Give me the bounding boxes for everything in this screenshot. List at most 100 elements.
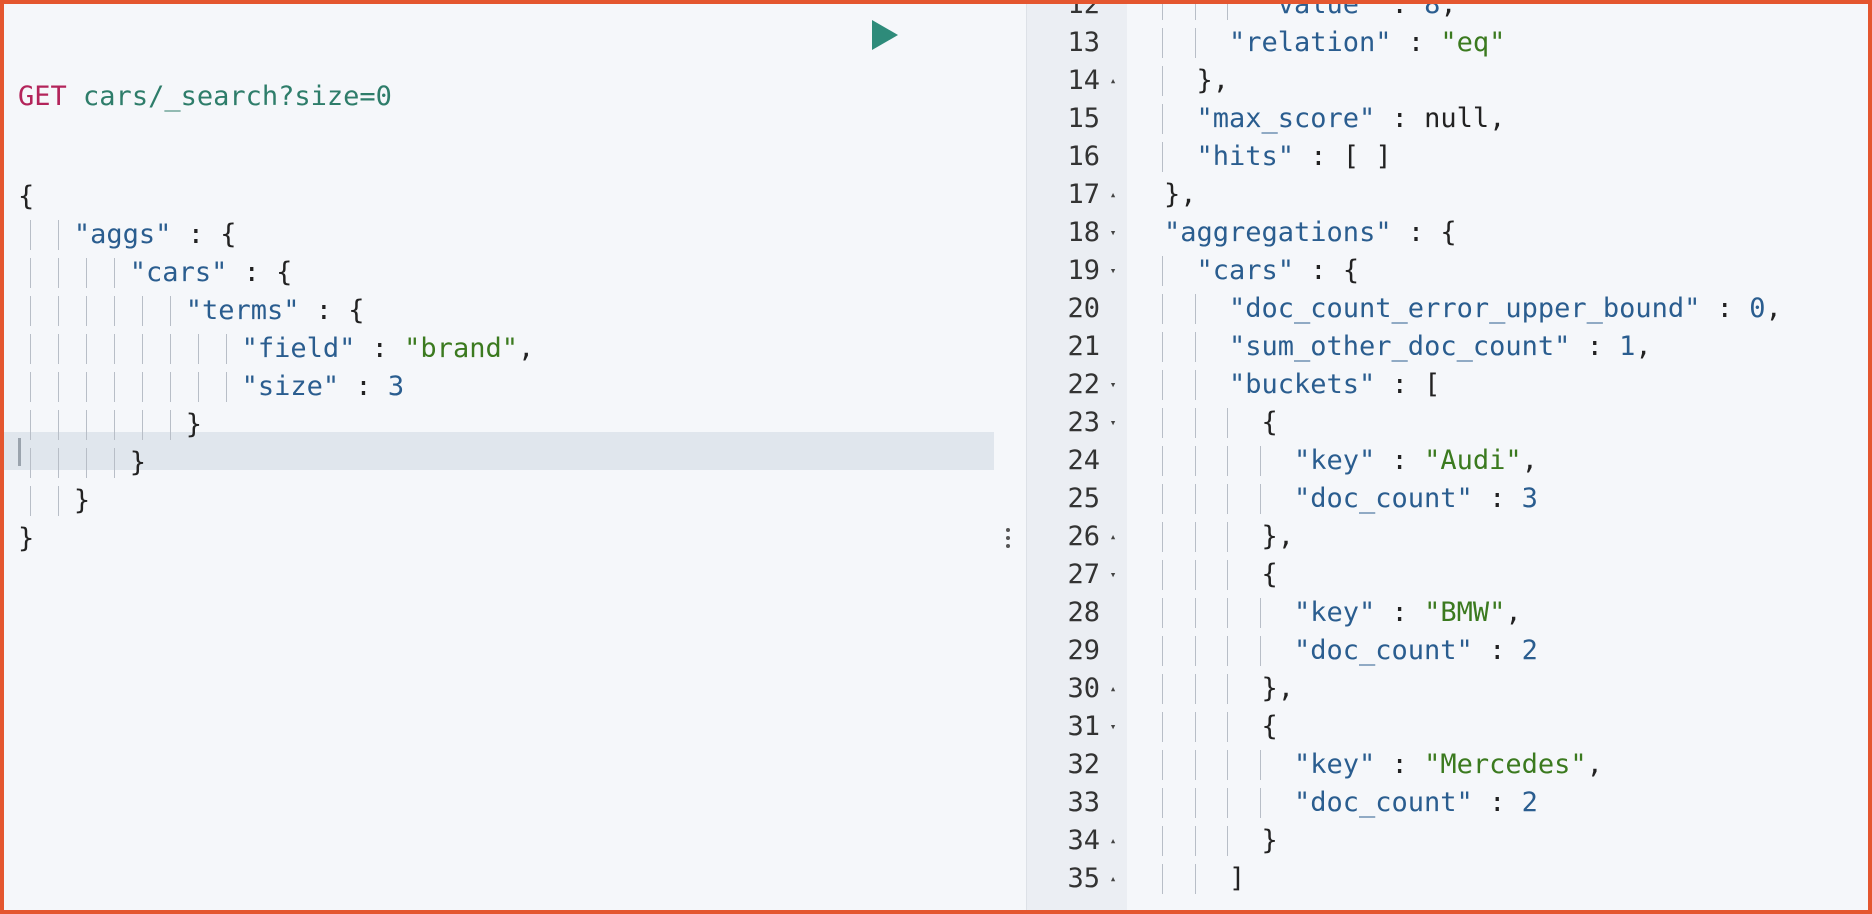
- request-editor[interactable]: GET cars/_search?size=0 {"aggs" : {"cars…: [4, 4, 994, 910]
- response-line-text: "key" : "BMW",: [1162, 594, 1522, 632]
- fold-toggle-icon[interactable]: ▴: [1106, 176, 1120, 214]
- wrench-icon[interactable]: [927, 16, 967, 56]
- indent-guide: [1194, 408, 1196, 438]
- response-line[interactable]: 33 "doc_count" : 2: [1026, 784, 1868, 822]
- indent-guide: [197, 334, 199, 364]
- indent-guide: [1259, 750, 1261, 780]
- request-line[interactable]: }: [18, 444, 534, 482]
- response-line[interactable]: 15 "max_score" : null,: [1026, 100, 1868, 138]
- response-line[interactable]: 19 ▾ "cars" : {: [1026, 252, 1868, 290]
- fold-toggle-icon[interactable]: ▾: [1106, 252, 1120, 290]
- response-code[interactable]: 12 "value" : 8, 13 "relation" : "eq" 14 ▴}, 15…: [1026, 4, 1868, 898]
- code-token: :: [1570, 331, 1620, 362]
- response-line-text: },: [1164, 176, 1197, 214]
- response-line[interactable]: 13 "relation" : "eq": [1026, 24, 1868, 62]
- line-number: 17: [1067, 179, 1100, 210]
- code-token: "sum_other_doc_count": [1229, 331, 1571, 362]
- indent-guide: [30, 372, 31, 402]
- indent-guide: [1227, 712, 1228, 742]
- indent-guide: [1194, 522, 1196, 552]
- response-line[interactable]: 22 ▾ "buckets" : [: [1026, 366, 1868, 404]
- request-line[interactable]: {: [18, 178, 534, 216]
- code-token: 8: [1424, 4, 1441, 20]
- response-line[interactable]: 23 ▾ {: [1026, 404, 1868, 442]
- response-line[interactable]: 30 ▴},: [1026, 670, 1868, 708]
- fold-toggle-icon[interactable]: ▴: [1106, 670, 1120, 708]
- fold-toggle-icon[interactable]: ▴: [1106, 860, 1120, 898]
- response-line[interactable]: 17 ▴},: [1026, 176, 1868, 214]
- response-line[interactable]: 18 ▾ "aggregations" : {: [1026, 214, 1868, 252]
- response-line[interactable]: 28 "key" : "BMW",: [1026, 594, 1868, 632]
- request-line[interactable]: GET cars/_search?size=0: [18, 78, 534, 116]
- code-token: ,: [1440, 4, 1457, 20]
- indent-guide: [113, 372, 115, 402]
- response-line[interactable]: 21 "sum_other_doc_count" : 1,: [1026, 328, 1868, 366]
- response-line[interactable]: 25 "doc_count" : 3: [1026, 480, 1868, 518]
- response-line[interactable]: 12 "value" : 8,: [1026, 4, 1868, 24]
- request-line[interactable]: "aggs" : {: [18, 216, 534, 254]
- indent-guide: [1194, 332, 1196, 362]
- request-line[interactable]: "size" : 3: [18, 368, 534, 406]
- response-line[interactable]: 14 ▴},: [1026, 62, 1868, 100]
- indent-guide: [1162, 332, 1163, 362]
- indent-guide: [1194, 598, 1196, 628]
- indent-guide: [1194, 712, 1196, 742]
- response-line[interactable]: 31 ▾ {: [1026, 708, 1868, 746]
- response-line-text: },: [1162, 62, 1229, 100]
- code-token: 1: [1619, 331, 1636, 362]
- request-line[interactable]: }: [18, 520, 534, 558]
- fold-toggle-icon[interactable]: ▾: [1106, 214, 1120, 252]
- indent-guide: [169, 410, 171, 440]
- line-number: 26: [1067, 521, 1100, 552]
- response-line[interactable]: 32 "key" : "Mercedes",: [1026, 746, 1868, 784]
- response-tokens: "hits" : [ ]: [1164, 141, 1392, 172]
- request-line[interactable]: "field" : "brand",: [18, 330, 534, 368]
- fold-toggle-icon[interactable]: ▴: [1106, 518, 1120, 556]
- response-line[interactable]: 34 ▴}: [1026, 822, 1868, 860]
- response-line[interactable]: 35 ▴]: [1026, 860, 1868, 898]
- code-token: "aggs": [73, 219, 172, 250]
- response-line-text: "key" : "Audi",: [1162, 442, 1538, 480]
- panel-resizer[interactable]: [994, 4, 1026, 910]
- indent-guide: [57, 220, 59, 250]
- request-line[interactable]: "cars" : {: [18, 254, 534, 292]
- indent-guide: [1162, 408, 1163, 438]
- play-icon[interactable]: [872, 20, 898, 50]
- code-token: "Audi": [1424, 445, 1522, 476]
- code-token: }: [73, 485, 91, 516]
- indent-guide: [30, 296, 31, 326]
- code-token: "Mercedes": [1424, 749, 1587, 780]
- indent-guide: [57, 372, 59, 402]
- resize-handle-icon[interactable]: [1006, 524, 1012, 552]
- request-code[interactable]: GET cars/_search?size=0 {"aggs" : {"cars…: [18, 16, 534, 558]
- response-line[interactable]: 24 "key" : "Audi",: [1026, 442, 1868, 480]
- code-token: 2: [1521, 787, 1538, 818]
- indent-guide: [57, 410, 59, 440]
- response-line[interactable]: 26 ▴},: [1026, 518, 1868, 556]
- code-token: },: [1261, 521, 1295, 552]
- response-tokens: "buckets" : [: [1164, 369, 1440, 400]
- indent-guide: [113, 334, 115, 364]
- response-line[interactable]: 20 "doc_count_error_upper_bound" : 0,: [1026, 290, 1868, 328]
- fold-toggle-icon[interactable]: ▴: [1106, 822, 1120, 860]
- indent-guide: [141, 410, 143, 440]
- fold-toggle-icon[interactable]: ▴: [1106, 62, 1120, 100]
- indent-guide: [1162, 750, 1163, 780]
- request-line[interactable]: }: [18, 482, 534, 520]
- fold-toggle-icon[interactable]: ▾: [1106, 404, 1120, 442]
- fold-toggle-icon[interactable]: ▾: [1106, 366, 1120, 404]
- response-line[interactable]: 29 "doc_count" : 2: [1026, 632, 1868, 670]
- indent-guide: [57, 334, 59, 364]
- fold-toggle-icon[interactable]: ▾: [1106, 556, 1120, 594]
- response-line[interactable]: 16 "hits" : [ ]: [1026, 138, 1868, 176]
- indent-guide: [85, 296, 87, 326]
- response-line[interactable]: 27 ▾ {: [1026, 556, 1868, 594]
- indent-guide: [1227, 598, 1228, 628]
- request-line[interactable]: }: [18, 406, 534, 444]
- response-viewer[interactable]: 12 "value" : 8, 13 "relation" : "eq" 14 ▴}, 15…: [1026, 4, 1868, 910]
- indent-guide: [85, 448, 87, 478]
- response-tokens: "aggregations" : {: [1164, 217, 1457, 248]
- fold-toggle-icon[interactable]: ▾: [1106, 708, 1120, 746]
- request-line[interactable]: "terms" : {: [18, 292, 534, 330]
- response-tokens: "doc_count" : 2: [1164, 635, 1538, 666]
